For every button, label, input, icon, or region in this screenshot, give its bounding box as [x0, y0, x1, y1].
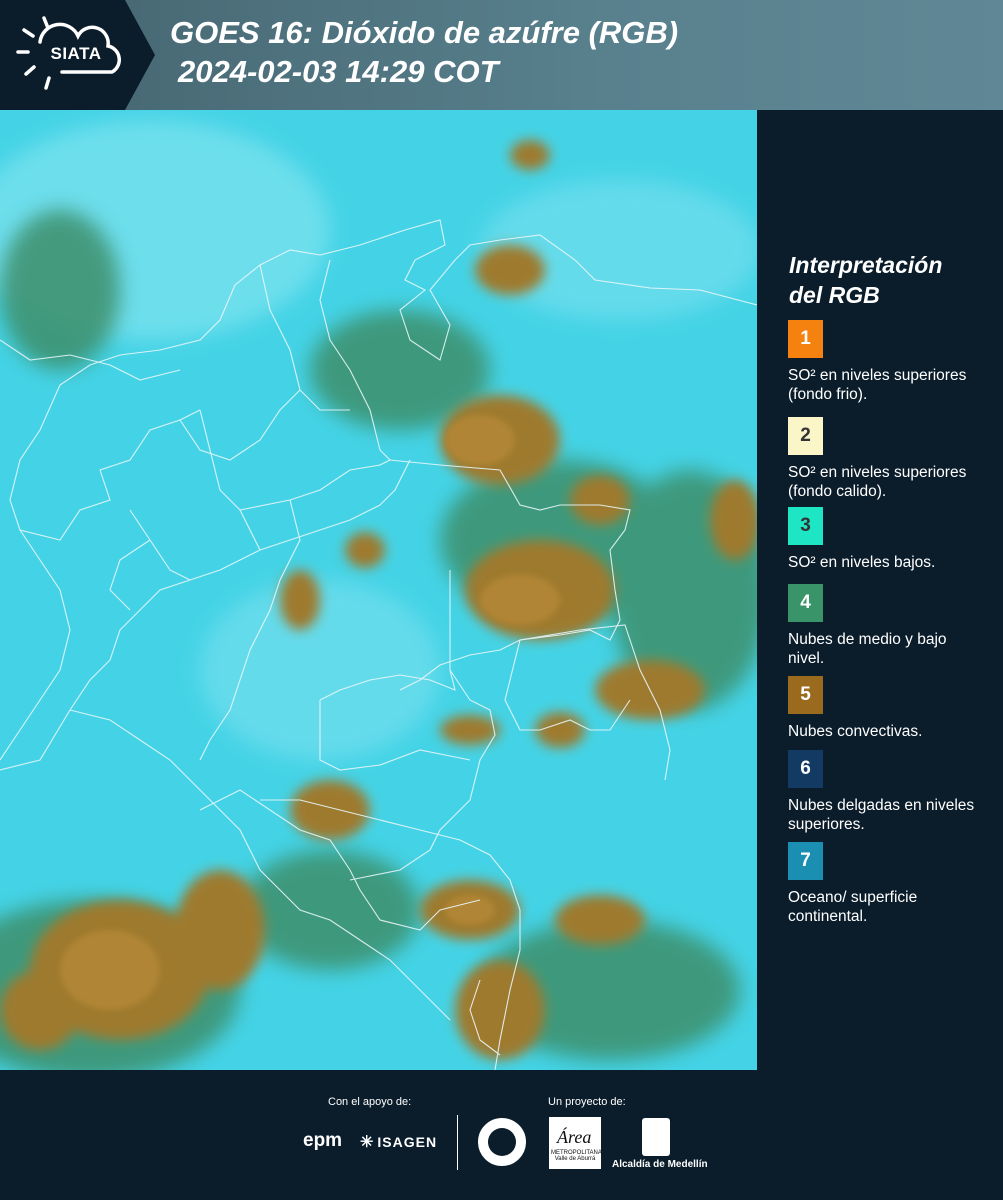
timestamp: 2024-02-03 14:29 COT	[178, 54, 499, 89]
legend-item-5: 5 Nubes convectivas.	[788, 676, 998, 741]
legend-label: SO² en niveles superiores (fondo frio).	[788, 367, 967, 403]
legend-item-7: 7 Oceano/ superficie continental.	[788, 842, 998, 926]
legend-label: Oceano/ superficie continental.	[788, 889, 918, 925]
legend-swatch: 4	[788, 584, 823, 622]
siata-logo[interactable]: SIATA	[0, 0, 160, 110]
legend-item-3: 3 SO² en niveles bajos.	[788, 507, 998, 572]
legend-swatch: 2	[788, 417, 823, 455]
legend-swatch: 7	[788, 842, 823, 880]
legend-swatch: 3	[788, 507, 823, 545]
legend-swatch: 5	[788, 676, 823, 714]
legend-panel: Interpretación del RGB 1 SO² en niveles …	[758, 110, 1003, 1070]
legend-label: Nubes convectivas.	[788, 723, 923, 740]
satellite-image	[0, 110, 757, 1070]
legend-item-6: 6 Nubes delgadas en niveles superiores.	[788, 750, 998, 834]
logo-text: SIATA	[50, 44, 102, 63]
epm-logo[interactable]: epm	[303, 1130, 342, 1152]
seal-emblem-icon	[488, 1128, 516, 1156]
page-title: GOES 16: Dióxido de azúfre (RGB)	[170, 15, 679, 50]
legend-label: SO² en niveles bajos.	[788, 554, 936, 571]
footer-bar: Con el apoyo de: Un proyecto de: epm ✳ IS…	[0, 1070, 1003, 1200]
header-bar: SIATA GOES 16: Dióxido de azúfre (RGB) 2…	[0, 0, 1003, 110]
area-metropolitana-logo[interactable]: Área METROPOLITANA Valle de Aburrá	[549, 1117, 602, 1169]
legend-label: SO² en niveles superiores (fondo calido)…	[788, 464, 967, 500]
isagen-logo[interactable]: ✳ ISAGEN	[360, 1132, 437, 1152]
isagen-label: ISAGEN	[377, 1134, 438, 1150]
legend-swatch: 6	[788, 750, 823, 788]
footer-divider	[457, 1115, 458, 1170]
medellin-seal-logo[interactable]	[478, 1118, 526, 1166]
legend-title-line1: Interpretación	[789, 252, 943, 278]
legend-swatch: 1	[788, 320, 823, 358]
legend-item-2: 2 SO² en niveles superiores (fondo calid…	[788, 417, 998, 501]
area-sub: METROPOLITANA Valle de Aburrá	[551, 1150, 602, 1162]
legend-label: Nubes delgadas en niveles superiores.	[788, 797, 975, 833]
legend-title: Interpretación del RGB	[789, 250, 989, 310]
project-label: Un proyecto de:	[548, 1096, 626, 1108]
legend-title-line2: del RGB	[789, 282, 880, 308]
alcaldia-label: Alcaldía de Medellín	[612, 1159, 708, 1170]
isagen-star-icon: ✳	[360, 1134, 375, 1151]
legend-label: Nubes de medio y bajo nivel.	[788, 631, 947, 667]
area-word: Área	[557, 1127, 592, 1147]
support-label: Con el apoyo de:	[328, 1096, 412, 1108]
legend-item-1: 1 SO² en niveles superiores (fondo frio)…	[788, 320, 998, 404]
alcaldia-shield-icon[interactable]	[642, 1118, 670, 1156]
legend-item-4: 4 Nubes de medio y bajo nivel.	[788, 584, 998, 668]
